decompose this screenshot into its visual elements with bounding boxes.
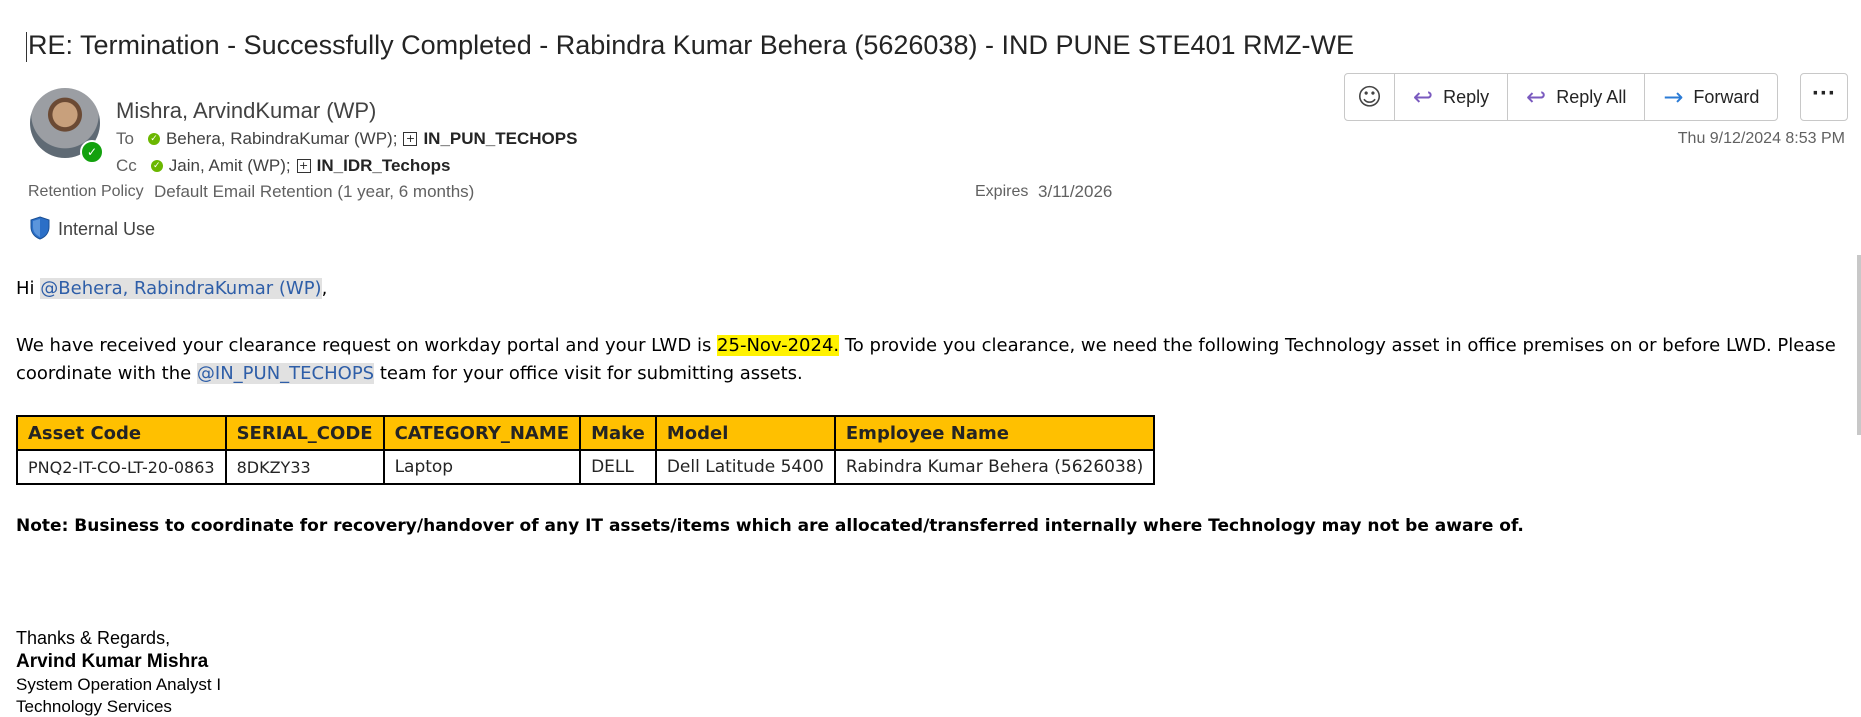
asset-table: Asset Code SERIAL_CODE CATEGORY_NAME Mak… bbox=[16, 415, 1156, 485]
cc-recipient[interactable]: Jain, Amit (WP); bbox=[169, 156, 291, 176]
sender-name[interactable]: Mishra, ArvindKumar (WP) bbox=[116, 98, 376, 124]
cc-row: Cc ✓ Jain, Amit (WP); + IN_IDR_Techops bbox=[116, 156, 450, 176]
body-paragraph-line-2: coordinate with the @IN_PUN_TECHOPS team… bbox=[16, 363, 803, 384]
table-cell: Dell Latitude 5400 bbox=[654, 449, 836, 485]
expires-label: Expires bbox=[975, 183, 1029, 200]
reply-all-label: Reply All bbox=[1556, 86, 1627, 107]
react-button[interactable]: ☺ bbox=[1345, 74, 1396, 120]
reply-label: Reply bbox=[1443, 86, 1490, 107]
team-mention[interactable]: @IN_PUN_TECHOPS bbox=[196, 363, 375, 384]
table-cell: 8DKZY33 bbox=[224, 449, 385, 485]
retention-label: Retention Policy bbox=[28, 183, 144, 200]
reply-button[interactable]: ↩ Reply bbox=[1395, 74, 1509, 120]
cc-label: Cc bbox=[116, 156, 137, 175]
group-expand-icon[interactable]: + bbox=[296, 159, 311, 173]
table-header: SERIAL_CODE bbox=[224, 415, 385, 451]
body-paragraph-line-1: We have received your clearance request … bbox=[16, 335, 1836, 356]
para-text: team for your office visit for submittin… bbox=[374, 363, 803, 384]
expires-value: 3/11/2026 bbox=[1038, 182, 1113, 201]
table-cell: Laptop bbox=[382, 449, 582, 485]
presence-check-icon: ✓ bbox=[147, 133, 160, 145]
message-toolbar: ☺ ↩ Reply ↩ Reply All → Forward bbox=[1344, 73, 1779, 121]
signature-title: System Operation Analyst I bbox=[16, 675, 222, 694]
forward-label: Forward bbox=[1693, 86, 1760, 107]
retention-value: Default Email Retention (1 year, 6 month… bbox=[154, 182, 475, 201]
signature-name: Arvind Kumar Mishra bbox=[16, 651, 209, 672]
table-header: Employee Name bbox=[833, 415, 1156, 451]
table-cell: DELL bbox=[579, 449, 657, 485]
email-subject: RE: Termination - Successfully Completed… bbox=[26, 30, 1354, 62]
forward-button[interactable]: → Forward bbox=[1645, 74, 1777, 120]
para-text: coordinate with the bbox=[16, 363, 197, 384]
table-header: Model bbox=[654, 415, 836, 451]
reply-icon: ↩ bbox=[1413, 83, 1434, 111]
reply-all-icon: ↩ bbox=[1526, 83, 1547, 111]
sensitivity-label[interactable]: Internal Use bbox=[58, 219, 155, 240]
to-recipient[interactable]: Behera, RabindraKumar (WP); bbox=[166, 129, 397, 149]
presence-available-icon: ✓ bbox=[80, 140, 104, 164]
greeting: Hi @Behera, RabindraKumar (WP), bbox=[16, 278, 327, 299]
note-text: Note: Business to coordinate for recover… bbox=[16, 516, 1524, 536]
to-group[interactable]: IN_PUN_TECHOPS bbox=[423, 129, 577, 149]
more-actions-button[interactable]: ··· bbox=[1800, 73, 1848, 121]
reply-all-button[interactable]: ↩ Reply All bbox=[1508, 74, 1646, 120]
shield-icon bbox=[30, 216, 50, 240]
smiley-icon: ☺ bbox=[1357, 83, 1383, 111]
table-cell: PNQ2-IT-CO-LT-20-0863 bbox=[16, 449, 227, 485]
sign-off: Thanks & Regards, bbox=[16, 628, 171, 648]
table-row: PNQ2-IT-CO-LT-20-0863 8DKZY33 Laptop DEL… bbox=[16, 449, 1156, 485]
to-row: To ✓ Behera, RabindraKumar (WP); + IN_PU… bbox=[116, 129, 577, 149]
group-expand-icon[interactable]: + bbox=[403, 132, 418, 146]
table-header: Asset Code bbox=[16, 415, 227, 451]
sent-date: Thu 9/12/2024 8:53 PM bbox=[1677, 130, 1845, 147]
scrollbar[interactable] bbox=[1857, 255, 1861, 435]
greeting-prefix: Hi bbox=[16, 278, 41, 299]
table-header: Make bbox=[579, 415, 657, 451]
table-header: CATEGORY_NAME bbox=[382, 415, 582, 451]
para-text: To provide you clearance, we need the fo… bbox=[839, 335, 1836, 356]
greeting-suffix: , bbox=[321, 278, 328, 299]
forward-icon: → bbox=[1663, 83, 1684, 111]
greeting-mention[interactable]: @Behera, RabindraKumar (WP) bbox=[40, 278, 322, 299]
para-text: We have received your clearance request … bbox=[16, 335, 718, 356]
table-cell: Rabindra Kumar Behera (5626038) bbox=[833, 449, 1156, 485]
cc-group[interactable]: IN_IDR_Techops bbox=[317, 156, 451, 176]
table-header-row: Asset Code SERIAL_CODE CATEGORY_NAME Mak… bbox=[16, 415, 1156, 451]
to-label: To bbox=[116, 129, 134, 148]
presence-check-icon: ✓ bbox=[150, 160, 163, 172]
lwd-date: 25-Nov-2024. bbox=[717, 335, 840, 356]
signature-department: Technology Services bbox=[16, 697, 172, 716]
